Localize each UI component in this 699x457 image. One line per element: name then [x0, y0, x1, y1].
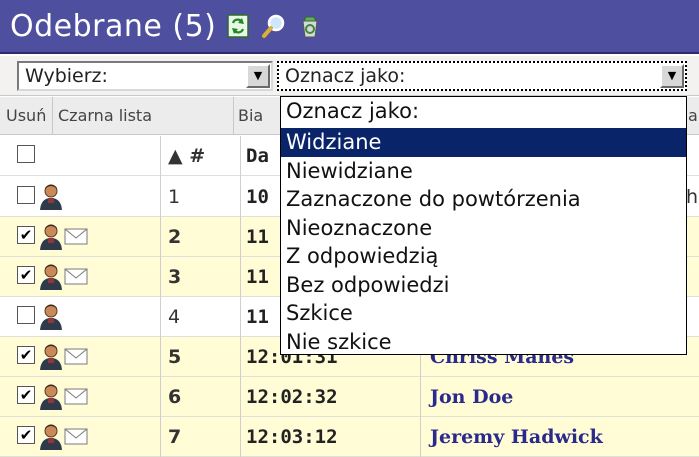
row-number: 7 — [168, 426, 182, 448]
row-sender-link[interactable]: Jeremy Hadwick — [430, 417, 603, 457]
row-checkbox[interactable]: ✔ — [17, 386, 35, 404]
table-row[interactable]: ✔ 6 12:02:32 Jon Doe — [0, 377, 699, 417]
dropdown-option[interactable]: Oznacz jako: — [281, 97, 686, 128]
row-number: 1 — [168, 186, 181, 208]
recycle-icon[interactable] — [296, 12, 324, 40]
toolbar: Wybierz: ▼ Oznacz jako: ▼ — [0, 56, 699, 96]
dropdown-option[interactable]: Z odpowiedzią — [281, 242, 686, 271]
row-time: 11 — [246, 266, 269, 288]
user-icon[interactable] — [38, 263, 64, 291]
dropdown-option[interactable]: Nie szkice — [281, 328, 686, 357]
row-number: 6 — [168, 386, 182, 408]
user-icon[interactable] — [38, 343, 64, 371]
whitelist-link[interactable]: Bia — [238, 106, 263, 125]
envelope-icon[interactable] — [64, 228, 88, 245]
table-row[interactable]: ✔ 7 12:03:12 Jeremy Hadwick — [0, 417, 699, 457]
row-number: 5 — [168, 346, 182, 368]
row-checkbox[interactable]: ✔ — [17, 226, 35, 244]
dropdown-option[interactable]: Niewidziane — [281, 157, 686, 186]
dropdown-option[interactable]: Zaznaczone do powtórzenia — [281, 185, 686, 214]
user-icon[interactable] — [38, 303, 64, 331]
folder-title: Odebrane (5) — [10, 8, 217, 44]
row-sender-link[interactable]: Jon Doe — [430, 377, 513, 417]
row-trailing-text: h — [686, 186, 699, 208]
date-header[interactable]: Da — [246, 136, 269, 176]
refresh-icon[interactable] — [224, 12, 252, 40]
row-checkbox[interactable]: ✔ — [17, 346, 35, 364]
folder-header: Odebrane (5) — [0, 0, 699, 54]
select-wybierz-value: Wybierz: — [25, 65, 108, 87]
envelope-icon[interactable] — [64, 348, 88, 365]
user-icon[interactable] — [38, 223, 64, 251]
dropdown-option[interactable]: Bez odpowiedzi — [281, 271, 686, 300]
trailing-text: a — [688, 106, 698, 125]
select-oznacz-jako[interactable]: Oznacz jako: ▼ — [277, 61, 687, 91]
row-number: 2 — [168, 226, 182, 248]
sort-number-header[interactable]: ▲ # — [168, 136, 205, 176]
row-time: 11 — [246, 306, 269, 328]
user-icon[interactable] — [38, 383, 64, 411]
chevron-down-icon[interactable]: ▼ — [660, 64, 684, 88]
dropdown-option[interactable]: Nieoznaczone — [281, 214, 686, 243]
row-checkbox[interactable]: ✔ — [17, 266, 35, 284]
select-wybierz[interactable]: Wybierz: ▼ — [17, 61, 273, 91]
row-number: 4 — [168, 306, 181, 328]
user-icon[interactable] — [38, 183, 64, 211]
column-divider — [240, 136, 241, 457]
divider — [52, 97, 53, 135]
select-oznacz-value: Oznacz jako: — [285, 65, 406, 87]
chevron-down-icon[interactable]: ▼ — [246, 64, 270, 88]
row-number: 3 — [168, 266, 182, 288]
delete-link[interactable]: Usuń — [6, 106, 46, 125]
row-checkbox[interactable] — [17, 306, 35, 324]
select-all-checkbox[interactable] — [17, 145, 35, 163]
search-icon[interactable] — [260, 12, 288, 40]
divider — [233, 97, 234, 135]
envelope-icon[interactable] — [64, 388, 88, 405]
column-divider — [160, 136, 161, 457]
row-time: 12:03:12 — [246, 426, 338, 448]
user-icon[interactable] — [38, 423, 64, 451]
blacklist-link[interactable]: Czarna lista — [58, 106, 152, 125]
row-checkbox[interactable] — [17, 186, 35, 204]
row-checkbox[interactable]: ✔ — [17, 426, 35, 444]
envelope-icon[interactable] — [64, 428, 88, 445]
row-time: 12:02:32 — [246, 386, 338, 408]
envelope-icon[interactable] — [64, 268, 88, 285]
row-time: 10 — [246, 186, 269, 208]
dropdown-option[interactable]: Widziane — [281, 128, 686, 157]
dropdown-option[interactable]: Szkice — [281, 299, 686, 328]
row-time: 11 — [246, 226, 269, 248]
oznacz-dropdown-list[interactable]: Oznacz jako: Widziane Niewidziane Zaznaczon… — [280, 96, 687, 355]
